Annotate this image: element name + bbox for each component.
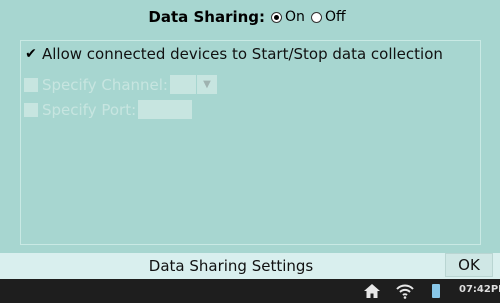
header: Data Sharing: On Off	[0, 0, 500, 34]
page-title: Data Sharing:	[148, 8, 266, 26]
radio-on[interactable]: On	[271, 9, 305, 25]
data-sharing-screen: Data Sharing: On Off ✔ Allow connected d…	[0, 0, 500, 303]
channel-select-value[interactable]	[169, 75, 196, 94]
specify-port-checkbox[interactable]	[24, 102, 38, 117]
specify-port-row: Specify Port:	[24, 100, 193, 119]
allow-start-stop-label: Allow connected devices to Start/Stop da…	[42, 45, 443, 63]
specify-port-label: Specify Port:	[42, 100, 137, 119]
wifi-icon	[395, 283, 415, 303]
options-group: ✔ Allow connected devices to Start/Stop …	[20, 40, 481, 245]
radio-off-indicator[interactable]	[310, 11, 322, 23]
specify-channel-checkbox[interactable]	[24, 77, 38, 92]
radio-on-indicator[interactable]	[271, 11, 283, 23]
radio-off[interactable]: Off	[310, 9, 346, 25]
system-status-bar: 07:42PM	[0, 279, 500, 303]
radio-off-label: Off	[324, 9, 346, 25]
specify-channel-label: Specify Channel:	[42, 75, 168, 94]
chevron-down-icon[interactable]: ▼	[196, 75, 217, 94]
allow-start-stop-checkbox[interactable]: ✔	[24, 47, 38, 61]
battery-icon	[432, 284, 440, 298]
ok-button[interactable]: OK	[445, 253, 493, 277]
home-icon[interactable]	[363, 283, 381, 303]
allow-start-stop-row[interactable]: ✔ Allow connected devices to Start/Stop …	[24, 45, 443, 63]
footer-title: Data Sharing Settings	[148, 257, 314, 275]
channel-select[interactable]: ▼	[169, 75, 217, 94]
clock: 07:42PM	[459, 284, 500, 295]
radio-on-label: On	[285, 9, 305, 25]
specify-channel-row: Specify Channel: ▼	[24, 75, 217, 94]
footer-bar: Data Sharing Settings OK	[0, 253, 500, 279]
port-input[interactable]	[138, 100, 193, 119]
